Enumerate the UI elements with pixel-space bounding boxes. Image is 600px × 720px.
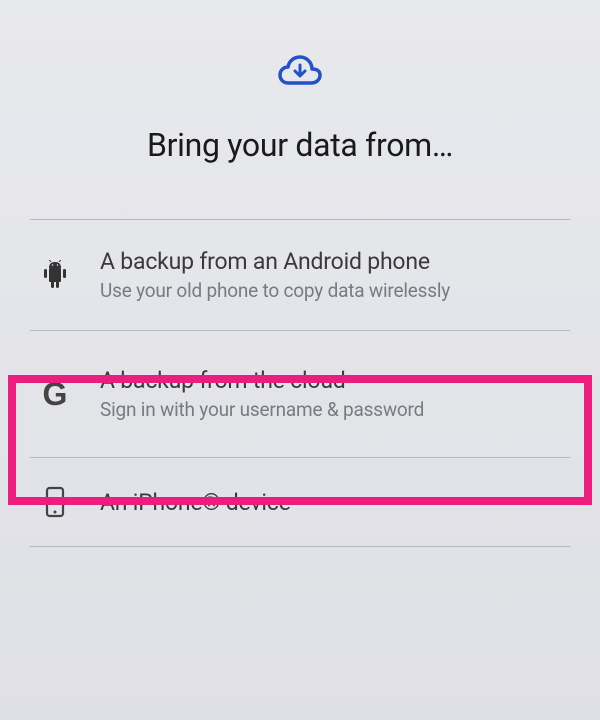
google-g-icon: G <box>35 376 75 413</box>
option-subtitle: Sign in with your username & password <box>100 398 560 421</box>
cloud-download-icon <box>30 55 570 91</box>
option-subtitle: Use your old phone to copy data wireless… <box>100 279 560 302</box>
android-icon <box>35 260 75 290</box>
option-android-backup[interactable]: A backup from an Android phone Use your … <box>30 220 570 331</box>
option-iphone[interactable]: An iPhone® device <box>30 458 570 547</box>
page-title: Bring your data from… <box>30 126 570 164</box>
option-title: A backup from the cloud <box>100 367 560 394</box>
option-title: A backup from an Android phone <box>100 248 560 275</box>
option-title: An iPhone® device <box>100 489 560 516</box>
option-cloud-backup[interactable]: G A backup from the cloud Sign in with y… <box>30 331 570 458</box>
iphone-icon <box>35 486 75 518</box>
